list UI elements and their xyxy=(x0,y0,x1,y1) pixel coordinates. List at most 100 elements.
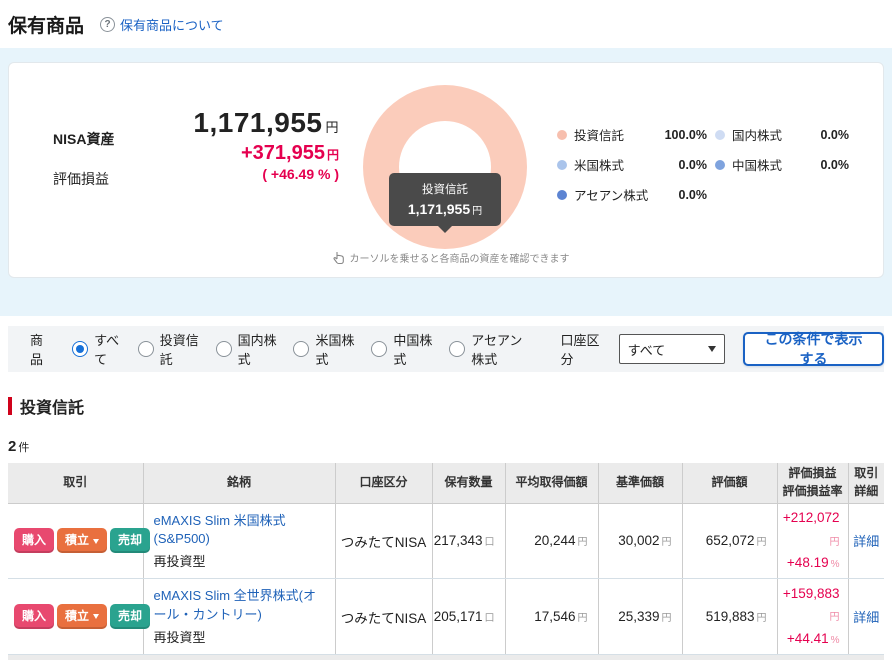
chart-tooltip: 投資信託 1,171,955円 xyxy=(389,173,501,226)
help-link[interactable]: ? 保有商品について xyxy=(100,15,224,34)
product-filter-label: 商品 xyxy=(30,330,52,368)
page-title: 保有商品 xyxy=(8,11,84,38)
avg-price-cell: 17,546円 xyxy=(505,579,598,655)
radio-product-us-stock[interactable]: 米国株式 xyxy=(293,330,356,368)
trade-actions-cell: 購入積立売却 xyxy=(8,503,143,579)
table-row: 購入積立売却 eMAXIS Slim 全世界株式(オール・カントリー) 再投資型… xyxy=(8,579,884,655)
radio-product-domestic-stock[interactable]: 国内株式 xyxy=(216,330,279,368)
legend-dot-icon xyxy=(557,130,567,140)
legend-label: 投資信託 xyxy=(574,125,624,144)
pl-cell: +212,072円 +48.19% xyxy=(777,503,848,579)
radio-product-asean-stock[interactable]: アセアン株式 xyxy=(449,330,533,368)
dropdown-arrow-icon xyxy=(93,614,99,619)
radio-product-all[interactable]: すべて xyxy=(72,330,123,368)
buy-button[interactable]: 購入 xyxy=(14,604,54,629)
legend-label: 国内株式 xyxy=(732,125,782,144)
dropdown-arrow-icon xyxy=(93,539,99,544)
result-count: 2件 xyxy=(8,438,884,455)
reserve-button[interactable]: 積立 xyxy=(57,528,107,553)
detail-cell: 詳細 xyxy=(848,503,884,579)
column-header-pl: 評価損益評価損益率 xyxy=(777,463,848,503)
quantity-cell: 205,171口 xyxy=(432,579,505,655)
fund-name-cell: eMAXIS Slim 米国株式(S&P500) 再投資型 xyxy=(143,503,335,579)
radio-icon xyxy=(72,341,88,357)
radio-icon xyxy=(216,341,232,357)
account-type-selected-value: すべて xyxy=(628,340,666,359)
radio-product-funds[interactable]: 投資信託 xyxy=(138,330,201,368)
pl-value: +371,955円 xyxy=(105,142,339,165)
legend-label: アセアン株式 xyxy=(574,185,648,204)
account-type-select[interactable]: すべて xyxy=(619,334,725,364)
pl-amount: +159,883円 xyxy=(778,583,840,628)
detail-link[interactable]: 詳細 xyxy=(853,610,879,625)
table-header-row: 取引 銘柄 口座区分 保有数量 平均取得価額 基準価額 評価額 評価損益評価損益… xyxy=(8,463,884,503)
trade-actions-cell: 購入積立売却 xyxy=(8,579,143,655)
section-title: 投資信託 xyxy=(8,394,884,418)
fund-name-link[interactable]: eMAXIS Slim 全世界株式(オール・カントリー) xyxy=(154,588,317,622)
tooltip-label: 投資信託 xyxy=(395,181,495,197)
legend-value: 0.0% xyxy=(821,128,850,142)
pl-amount: +212,072円 xyxy=(778,507,840,552)
sell-button[interactable]: 売却 xyxy=(110,528,150,553)
radio-product-china-stock[interactable]: 中国株式 xyxy=(371,330,434,368)
quantity-cell: 217,343口 xyxy=(432,503,505,579)
radio-icon xyxy=(449,341,465,357)
legend-label: 米国株式 xyxy=(574,155,624,174)
column-header-avg-price: 平均取得価額 xyxy=(505,463,598,503)
column-header-account: 口座区分 xyxy=(335,463,432,503)
pl-rate: +48.19% xyxy=(778,552,840,574)
column-header-base-price: 基準価額 xyxy=(598,463,682,503)
avg-price-cell: 20,244円 xyxy=(505,503,598,579)
page-header: 保有商品 ? 保有商品について xyxy=(0,0,892,48)
radio-icon xyxy=(138,341,154,357)
holdings-page: 保有商品 ? 保有商品について NISA資産 評価損益 1,171,955円 +… xyxy=(0,0,892,634)
legend-value: 0.0% xyxy=(679,188,708,202)
pl-rate: +44.41% xyxy=(778,628,840,650)
pl-percent: ( +46.49 % ) xyxy=(105,166,339,182)
next-row-partial xyxy=(8,655,884,660)
buy-button[interactable]: 購入 xyxy=(14,528,54,553)
chart-legend: 投資信託100.0% 国内株式0.0% 米国株式0.0% 中国株式0.0% アセ… xyxy=(557,125,849,204)
legend-item: 国内株式 0.0% xyxy=(715,125,849,144)
fund-subtype: 再投資型 xyxy=(154,551,325,570)
legend-value: 0.0% xyxy=(679,158,708,172)
apply-filter-button[interactable]: この条件で表示する xyxy=(743,332,884,366)
detail-cell: 詳細 xyxy=(848,579,884,655)
legend-dot-icon xyxy=(557,160,567,170)
yen-unit: 円 xyxy=(327,148,339,162)
reserve-button[interactable]: 積立 xyxy=(57,604,107,629)
help-icon: ? xyxy=(100,17,115,32)
column-header-value: 評価額 xyxy=(682,463,777,503)
holdings-table: 取引 銘柄 口座区分 保有数量 平均取得価額 基準価額 評価額 評価損益評価損益… xyxy=(8,463,884,655)
chart-caption-text: カーソルを乗せると各商品の資産を確認できます xyxy=(350,250,570,265)
dropdown-arrow-icon xyxy=(708,346,716,352)
detail-link[interactable]: 詳細 xyxy=(853,534,879,549)
fund-name-link[interactable]: eMAXIS Slim 米国株式(S&P500) xyxy=(154,513,286,547)
filter-bar: 商品 すべて 投資信託 国内株式 米国株式 中国株式 アセアン株式 口座区分 す… xyxy=(8,326,884,372)
base-price-cell: 30,002円 xyxy=(598,503,682,579)
cursor-icon xyxy=(333,251,345,265)
section-accent-bar xyxy=(8,397,12,415)
fund-section: 投資信託 2件 取引 銘柄 口座区分 保有数量 平均取得価額 基準価額 評価額 … xyxy=(0,394,892,655)
legend-item: アセアン株式 0.0% xyxy=(557,185,707,204)
radio-icon xyxy=(293,341,309,357)
legend-value: 0.0% xyxy=(821,158,850,172)
sell-button[interactable]: 売却 xyxy=(110,604,150,629)
tooltip-value: 1,171,955円 xyxy=(395,201,495,217)
account-type-label: 口座区分 xyxy=(560,330,604,368)
legend-dot-icon xyxy=(557,190,567,200)
legend-dot-icon xyxy=(715,160,725,170)
column-header-quantity: 保有数量 xyxy=(432,463,505,503)
column-header-name: 銘柄 xyxy=(143,463,335,503)
value-cell: 652,072円 xyxy=(682,503,777,579)
fund-name-cell: eMAXIS Slim 全世界株式(オール・カントリー) 再投資型 xyxy=(143,579,335,655)
nisa-asset-value: 1,171,955円 xyxy=(105,107,339,139)
account-type-cell: つみたてNISA xyxy=(335,579,432,655)
summary-card: NISA資産 評価損益 1,171,955円 +371,955円 ( +46.4… xyxy=(8,62,884,278)
radio-icon xyxy=(371,341,387,357)
table-row: 購入積立売却 eMAXIS Slim 米国株式(S&P500) 再投資型 つみた… xyxy=(8,503,884,579)
pl-cell: +159,883円 +44.41% xyxy=(777,579,848,655)
account-type-cell: つみたてNISA xyxy=(335,503,432,579)
chart-caption: カーソルを乗せると各商品の資産を確認できます xyxy=(331,250,571,265)
yen-unit: 円 xyxy=(325,120,339,135)
